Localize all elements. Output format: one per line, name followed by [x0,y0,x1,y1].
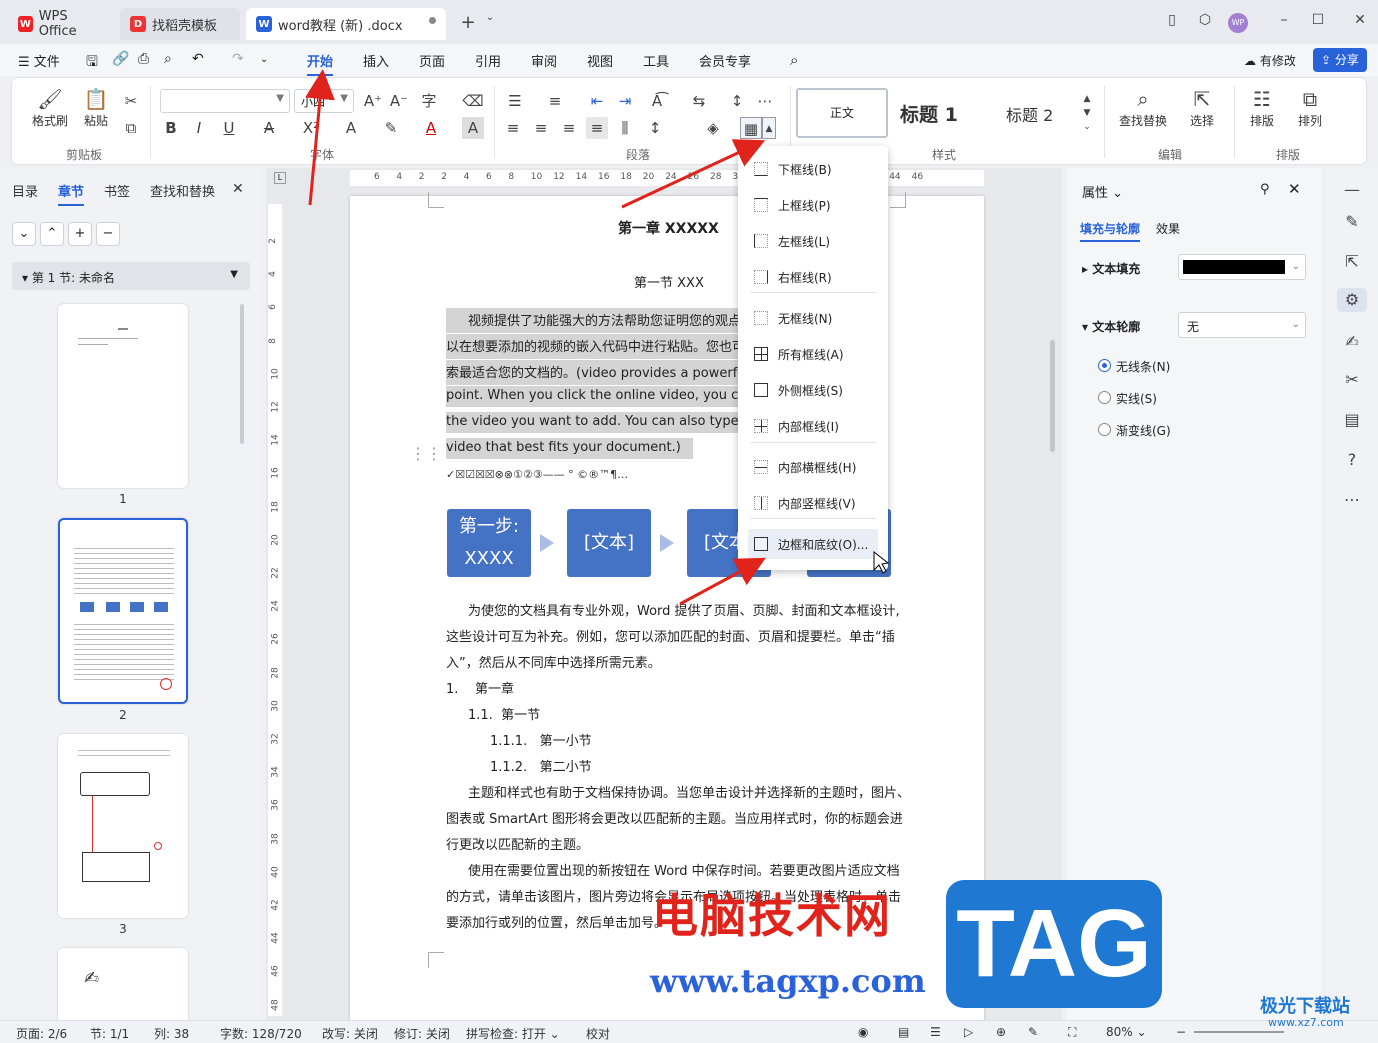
arrow-to-border-button [621,139,766,209]
watermark-url: www.tagxp.com [650,962,926,1000]
mouse-cursor-icon [873,550,890,574]
watermark-site: 极光下载站 [1260,996,1350,1017]
arrow-to-borders-shading [679,557,766,606]
watermark-tag-logo: TAG [946,880,1162,1008]
watermark-tag-text: TAG [956,890,1152,997]
watermark-site-url: www.xz7.com [1268,1016,1344,1029]
arrow-to-home-tab [305,69,335,206]
watermark-cn: 电脑技术网 [652,889,892,943]
